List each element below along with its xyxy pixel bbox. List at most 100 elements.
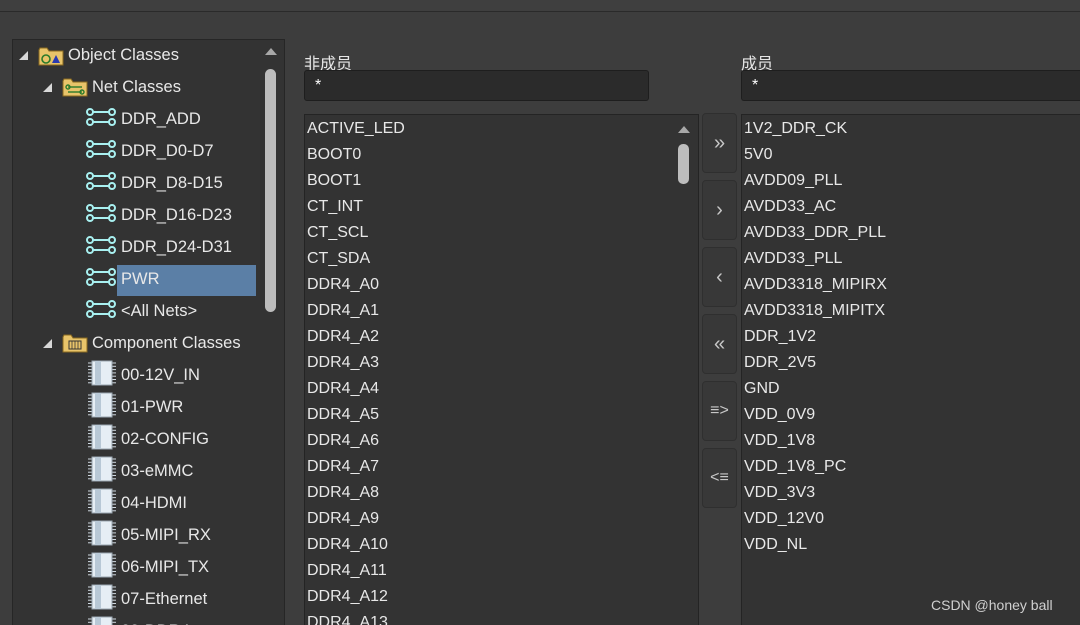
list-item[interactable]: CT_SDA: [307, 246, 370, 272]
tree-item-label: DDR_D24-D31: [121, 238, 232, 256]
list-item[interactable]: VDD_1V8: [744, 428, 815, 454]
expand-arrow-icon[interactable]: [43, 82, 52, 92]
tree-item-net-class[interactable]: DDR_D8-D15: [85, 168, 227, 198]
tree-item-label: 06-MIPI_TX: [121, 558, 210, 576]
tree-node-label: Component Classes: [92, 334, 241, 352]
list-item[interactable]: DDR4_A5: [307, 402, 379, 428]
net-class-icon: [85, 137, 117, 166]
tree-item-label: PWR: [121, 270, 160, 288]
list-scrollbar-thumb[interactable]: [678, 144, 689, 184]
list-item[interactable]: DDR4_A11: [307, 558, 387, 584]
tree-item-label: 00-12V_IN: [121, 366, 200, 384]
tree-item-net-class[interactable]: DDR_ADD: [85, 104, 205, 134]
add-pattern-button[interactable]: ≡>: [702, 381, 737, 441]
list-item[interactable]: DDR4_A9: [307, 506, 379, 532]
remove-all-button[interactable]: «: [702, 314, 737, 374]
tree-item-net-class[interactable]: DDR_D16-D23: [85, 200, 236, 230]
list-item[interactable]: DDR4_A1: [307, 298, 379, 324]
list-item[interactable]: DDR4_A0: [307, 272, 379, 298]
component-class-icon: [87, 456, 117, 487]
tree-item-net-class[interactable]: DDR_D0-D7: [85, 136, 218, 166]
tree-item-label: DDR_D8-D15: [121, 174, 223, 192]
component-class-icon: [87, 488, 117, 519]
list-item[interactable]: DDR4_A6: [307, 428, 379, 454]
list-item[interactable]: VDD_3V3: [744, 480, 815, 506]
top-toolbar-edge: [0, 0, 1080, 12]
list-item[interactable]: AVDD3318_MIPITX: [744, 298, 885, 324]
tree-node-component-classes[interactable]: Component Classes: [43, 328, 245, 358]
list-item[interactable]: VDD_12V0: [744, 506, 824, 532]
list-item[interactable]: 1V2_DDR_CK: [744, 116, 847, 142]
remove-pattern-button[interactable]: <≡: [702, 448, 737, 508]
list-item[interactable]: DDR4_A10: [307, 532, 388, 558]
list-item[interactable]: CT_SCL: [307, 220, 368, 246]
list-item[interactable]: CT_INT: [307, 194, 363, 220]
list-item[interactable]: AVDD33_AC: [744, 194, 836, 220]
tree-item-component-class[interactable]: 08-DDR4: [87, 616, 194, 625]
expand-arrow-icon[interactable]: [19, 50, 28, 60]
list-item[interactable]: 5V0: [744, 142, 772, 168]
list-item[interactable]: DDR4_A4: [307, 376, 379, 402]
list-item[interactable]: DDR4_A2: [307, 324, 379, 350]
component-class-icon: [87, 584, 117, 615]
tree-item-component-class[interactable]: 02-CONFIG: [87, 424, 213, 454]
list-arrow-right-icon: ≡>: [710, 402, 729, 419]
add-all-button[interactable]: »: [702, 113, 737, 173]
component-folder-icon: [62, 332, 88, 354]
scroll-up-arrow-icon[interactable]: [265, 48, 277, 55]
add-button[interactable]: ›: [702, 180, 737, 240]
non-members-filter-input[interactable]: *: [304, 70, 649, 101]
tree-item-label: 01-PWR: [121, 398, 184, 416]
remove-button[interactable]: ‹: [702, 247, 737, 307]
object-class-tree[interactable]: Object Classes Net Classes DDR_ADD DDR_D0…: [12, 39, 285, 625]
tree-item-net-class[interactable]: <All Nets>: [85, 296, 201, 326]
list-item[interactable]: AVDD33_PLL: [744, 246, 842, 272]
expand-arrow-icon[interactable]: [43, 338, 52, 348]
list-item[interactable]: GND: [744, 376, 780, 402]
tree-scrollbar-thumb[interactable]: [265, 69, 276, 312]
members-list[interactable]: 1V2_DDR_CK 5V0 AVDD09_PLL AVDD33_AC AVDD33_D…: [741, 114, 1080, 625]
scroll-up-arrow-icon[interactable]: [678, 126, 690, 133]
list-item[interactable]: AVDD09_PLL: [744, 168, 842, 194]
list-item[interactable]: DDR_2V5: [744, 350, 816, 376]
tree-node-object-classes[interactable]: Object Classes: [19, 40, 183, 70]
list-item[interactable]: DDR4_A8: [307, 480, 379, 506]
tree-node-net-classes[interactable]: Net Classes: [43, 72, 185, 102]
list-item[interactable]: AVDD33_DDR_PLL: [744, 220, 886, 246]
net-class-icon: [85, 201, 117, 230]
tree-item-component-class[interactable]: 03-eMMC: [87, 456, 197, 486]
tree-item-component-class[interactable]: 05-MIPI_RX: [87, 520, 215, 550]
tree-item-component-class[interactable]: 00-12V_IN: [87, 360, 204, 390]
list-item[interactable]: BOOT0: [307, 142, 361, 168]
tree-item-component-class[interactable]: 01-PWR: [87, 392, 187, 422]
list-item[interactable]: AVDD3318_MIPIRX: [744, 272, 887, 298]
tree-item-component-class[interactable]: 04-HDMI: [87, 488, 191, 518]
tree-item-label: 03-eMMC: [121, 462, 194, 480]
tree-item-component-class[interactable]: 07-Ethernet: [87, 584, 211, 614]
net-class-icon: [85, 297, 117, 326]
list-item[interactable]: DDR4_A3: [307, 350, 379, 376]
net-class-icon: [85, 233, 117, 262]
list-item[interactable]: VDD_NL: [744, 532, 807, 558]
list-item[interactable]: ACTIVE_LED: [307, 116, 405, 142]
net-folder-icon: [62, 76, 88, 98]
list-item[interactable]: DDR4_A12: [307, 584, 388, 610]
tree-item-label: DDR_ADD: [121, 110, 201, 128]
list-item[interactable]: VDD_1V8_PC: [744, 454, 846, 480]
list-item[interactable]: VDD_0V9: [744, 402, 815, 428]
tree-item-net-class[interactable]: DDR_D24-D31: [85, 232, 236, 262]
list-arrow-left-icon: <≡: [710, 469, 729, 486]
tree-item-net-class[interactable]: PWR: [85, 264, 164, 294]
tree-node-label: Net Classes: [92, 78, 181, 96]
members-filter-input[interactable]: *: [741, 70, 1080, 101]
non-members-list[interactable]: ACTIVE_LED BOOT0 BOOT1 CT_INT CT_SCL CT_SDA DD…: [304, 114, 699, 625]
tree-item-component-class[interactable]: 06-MIPI_TX: [87, 552, 213, 582]
list-item[interactable]: DDR4_A13: [307, 610, 388, 625]
tree-item-label: 08-DDR4: [117, 616, 194, 625]
net-class-icon: [85, 169, 117, 198]
tree-item-label: 02-CONFIG: [121, 430, 210, 448]
list-item[interactable]: BOOT1: [307, 168, 361, 194]
list-item[interactable]: DDR_1V2: [744, 324, 816, 350]
list-item[interactable]: DDR4_A7: [307, 454, 379, 480]
component-class-icon: [87, 520, 117, 551]
